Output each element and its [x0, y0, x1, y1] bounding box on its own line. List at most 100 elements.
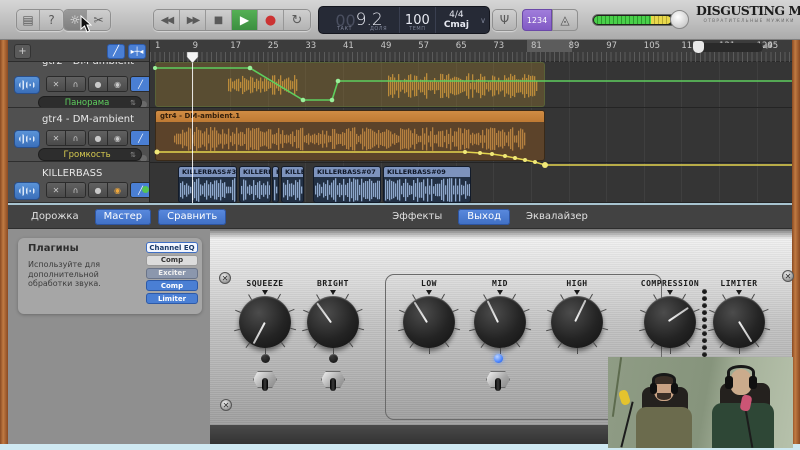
tab-left-3[interactable]: Сравнить	[158, 209, 226, 225]
track-header-3[interactable]: KILLERBASS✕∩●◉╱	[8, 162, 149, 203]
knob-tick	[763, 309, 769, 312]
plugin-slot-5[interactable]: Limiter	[146, 293, 198, 304]
toggle-squeeze[interactable]	[250, 369, 280, 391]
transport-controls: ◀◀ ▶▶ ■ ▶ ● ↻	[153, 9, 311, 31]
automation-param-dropdown[interactable]: Панорама⇅	[38, 96, 142, 108]
tab-right-2[interactable]: Выход	[458, 209, 510, 225]
bar-ruler[interactable]: 191725334149576573818997105113121129 ◀45	[150, 40, 792, 62]
mute-button[interactable]: ✕	[47, 183, 66, 197]
help-button[interactable]: ?	[40, 10, 63, 30]
playhead-marker[interactable]	[186, 52, 199, 63]
tracks-area[interactable]: gtr4 - DM-ambient.1 KILLERBASS#33KILLERB…	[150, 62, 792, 203]
knob-tick	[357, 309, 363, 312]
bass-region[interactable]: K	[272, 166, 279, 203]
zoom-slider-handle[interactable]	[693, 41, 704, 53]
forward-button[interactable]: ▶▶	[180, 10, 206, 30]
bass-region[interactable]: KILLERB	[239, 166, 271, 203]
bass-region[interactable]: KILLERBASS#33	[178, 166, 237, 203]
mute-button[interactable]: ✕	[47, 77, 66, 91]
input-monitor-button[interactable]: ◉	[108, 131, 127, 145]
media-browser-button[interactable]: ▤	[17, 10, 40, 30]
ruler-tick-label: 9	[193, 41, 198, 51]
stop-button[interactable]: ■	[206, 10, 232, 30]
knob-tick	[755, 342, 759, 347]
knob-tick	[481, 343, 485, 348]
track-status-dot	[142, 186, 149, 193]
record-enable-button[interactable]: ●	[89, 77, 108, 91]
solo-button[interactable]: ∩	[66, 77, 85, 91]
pan-automation-curve[interactable]	[150, 62, 792, 108]
knob-high[interactable]	[551, 296, 603, 348]
knob-limiter[interactable]	[713, 296, 765, 348]
automation-button[interactable]: ╱	[131, 131, 149, 145]
volume-automation-curve[interactable]	[150, 109, 792, 169]
mute-button[interactable]: ✕	[47, 131, 66, 145]
plugin-slot-4[interactable]: Comp	[146, 280, 198, 291]
playhead-line[interactable]	[192, 52, 193, 203]
bass-region[interactable]: KILLERBASS#07	[313, 166, 381, 203]
knob-tick	[682, 294, 686, 300]
play-button[interactable]: ▶	[232, 10, 258, 30]
tab-left-1[interactable]: Дорожка	[22, 209, 88, 225]
tuner-button[interactable]: Ψ	[493, 10, 516, 30]
count-in-button[interactable]: 1234	[522, 9, 552, 31]
solo-button[interactable]: ∩	[66, 131, 85, 145]
lcd-display[interactable]: 009.2 ТАКТ ДОЛЯ 100 ТЕМП 4/4 Cmaj ∨	[318, 6, 490, 34]
knob-low[interactable]	[403, 296, 455, 348]
tab-right-1[interactable]: Эффекты	[383, 209, 451, 225]
track2-lane[interactable]: gtr4 - DM-ambient.1	[150, 109, 792, 163]
knob-pointer	[738, 321, 752, 342]
smart-controls-sidebar: Плагины Используйте для дополнительной о…	[8, 229, 210, 444]
add-track-button[interactable]: +	[14, 44, 31, 59]
knob-squeeze[interactable]	[239, 296, 291, 348]
lcd-dropdown-chevron[interactable]: ∨	[477, 7, 489, 33]
bass-region[interactable]: KILLE	[281, 166, 304, 203]
rewind-button[interactable]: ◀◀	[154, 10, 180, 30]
record-input-group: ●◉	[88, 76, 128, 92]
knob-bright[interactable]	[307, 296, 359, 348]
input-monitor-button[interactable]: ◉	[108, 183, 127, 197]
compression-led	[702, 345, 707, 350]
record-button[interactable]: ●	[258, 10, 284, 30]
plugin-slot-1[interactable]: Channel EQ	[146, 242, 198, 253]
knob-tick	[398, 329, 404, 332]
bass-region[interactable]: KILLERBASS#09	[383, 166, 471, 203]
track1-lane[interactable]	[150, 62, 792, 108]
automation-mode-button[interactable]: ╱	[107, 44, 125, 59]
plugin-slot-2[interactable]: Comp	[146, 255, 198, 266]
region-name-label: KILLERBASS#07	[314, 167, 380, 177]
input-monitor-button[interactable]: ◉	[108, 77, 127, 91]
automation-button[interactable]: ╱	[131, 77, 149, 91]
toggle-mid[interactable]	[483, 369, 513, 391]
solo-button[interactable]: ∩	[66, 183, 85, 197]
tuner-group: Ψ	[492, 9, 517, 31]
zoom-slider[interactable]	[695, 43, 763, 52]
metronome-button[interactable]: ◬	[552, 9, 578, 31]
scissors-icon: ✂	[93, 13, 103, 27]
record-enable-button[interactable]: ●	[89, 131, 108, 145]
tab-right-3[interactable]: Эквалайзер	[517, 209, 597, 225]
track3-lane[interactable]: KILLERBASS#33KILLERBKKILLE KILLERBASS#07K…	[150, 164, 792, 203]
toggle-bright[interactable]	[318, 369, 348, 391]
automation-param-dropdown[interactable]: Громкость⇅	[38, 148, 142, 161]
dark-led	[329, 354, 338, 363]
catch-playhead-button[interactable]: ▸┼◂	[128, 44, 146, 59]
compression-led	[702, 338, 707, 343]
plugin-slot-3[interactable]: Exciter	[146, 268, 198, 279]
cycle-button[interactable]: ↻	[284, 10, 310, 30]
desktop-edge-right	[792, 38, 800, 446]
ruler-tick-label: 57	[418, 41, 429, 51]
region-name-label: KILLERB	[240, 167, 270, 177]
tab-left-2[interactable]: Мастер	[95, 209, 152, 225]
lcd-bar-label: ТАКТ	[337, 26, 352, 32]
record-enable-button[interactable]: ●	[89, 183, 108, 197]
track-header-1[interactable]: gtr2 - DM-ambient✕∩●◉╱Панорама⇅	[8, 62, 149, 108]
master-volume-slider-handle[interactable]	[670, 10, 689, 29]
knob-compression[interactable]	[644, 296, 696, 348]
ruler-tick-label: 105	[644, 41, 660, 51]
person-left-beard	[657, 393, 671, 400]
channel-logo: DISGUSTING MEN ОТВРАТИТЕЛЬНЫЕ МУЖИКИ	[696, 3, 796, 24]
knob-mid[interactable]	[474, 296, 526, 348]
track-header-2[interactable]: gtr4 - DM-ambient✕∩●◉╱Громкость⇅	[8, 108, 149, 162]
compression-led	[702, 317, 707, 322]
